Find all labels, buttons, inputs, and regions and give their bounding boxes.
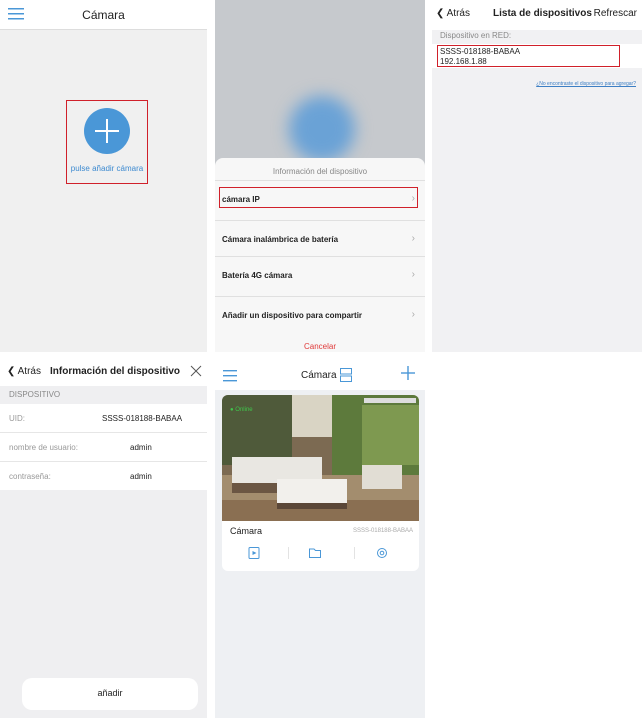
chevron-right-icon: › (411, 269, 415, 280)
option-label: Cámara inalámbrica de batería (222, 235, 339, 244)
page-title: Información del dispositivo (50, 366, 181, 377)
cancel-button[interactable]: Cancelar (215, 342, 425, 351)
field-label: contraseña: (9, 472, 51, 481)
username-row: nombre de usuario: admin (0, 433, 207, 462)
chevron-right-icon: › (411, 233, 415, 244)
camera-preview-image[interactable] (222, 395, 419, 521)
option-4g-camera[interactable]: Batería 4G cámara › (215, 256, 425, 292)
chevron-left-icon: ❮ (436, 8, 445, 19)
settings-gear-icon[interactable] (375, 546, 389, 560)
device-type-screen: Información del dispositivo cámara IP › … (215, 0, 425, 352)
camera-home-screen: Cámara pulse añadir cámara (0, 0, 207, 352)
timestamp-overlay (364, 398, 416, 403)
password-row: contraseña: admin (0, 462, 207, 491)
option-share-device[interactable]: Añadir un dispositivo para compartir › (215, 296, 425, 332)
option-label: Añadir un dispositivo para compartir (222, 311, 363, 320)
top-bar: ❮ Atrás Lista de dispositivos Refrescar (432, 0, 642, 30)
camera-list-screen: Cámara ● Online Cámara SSSS-018188-BABAA (215, 360, 425, 718)
uid-row: UID: SSSS-018188-BABAA (0, 404, 207, 433)
close-icon[interactable] (190, 365, 202, 377)
camera-card[interactable]: ● Online Cámara SSSS-018188-BABAA (222, 395, 419, 571)
top-bar: ❮ Atrás Información del dispositivo (0, 360, 207, 386)
divider (288, 547, 289, 559)
playback-icon[interactable] (247, 546, 261, 560)
add-camera-label[interactable]: pulse añadir cámara (66, 164, 148, 173)
back-label: Atrás (446, 8, 470, 19)
device-info-screen: ❮ Atrás Información del dispositivo DISP… (0, 360, 207, 718)
device-fields: UID: SSSS-018188-BABAA nombre de usuario… (0, 404, 207, 490)
back-button[interactable]: ❮ Atrás (7, 366, 41, 377)
help-link[interactable]: ¿No encontraste el dispositivo para agre… (536, 81, 636, 87)
plus-icon (95, 119, 119, 143)
add-icon[interactable] (401, 366, 415, 380)
highlight-frame (219, 187, 418, 208)
camera-actions (222, 541, 419, 567)
uid-field[interactable]: SSSS-018188-BABAA (102, 414, 182, 423)
sheet-title: Información del dispositivo (272, 167, 368, 176)
option-label: Batería 4G cámara (222, 271, 293, 280)
top-bar: Cámara (215, 360, 425, 390)
field-label: nombre de usuario: (9, 443, 78, 452)
highlight-frame (437, 45, 620, 67)
username-field[interactable]: admin (130, 443, 152, 452)
back-label: Atrás (17, 366, 41, 377)
page-title: Lista de dispositivos (493, 8, 592, 19)
refresh-button[interactable]: Refrescar (594, 8, 637, 19)
password-field[interactable]: admin (130, 472, 152, 481)
section-header: Dispositivo en RED: (440, 31, 512, 40)
option-battery-camera[interactable]: Cámara inalámbrica de batería › (215, 220, 425, 256)
camera-uid: SSSS-018188-BABAA (352, 528, 413, 534)
folder-icon[interactable] (308, 546, 322, 560)
device-list-screen: ❮ Atrás Lista de dispositivos Refrescar … (432, 0, 642, 352)
divider (354, 547, 355, 559)
status-label: Online (235, 407, 253, 413)
add-camera-button[interactable] (84, 108, 130, 154)
layout-toggle-icon[interactable] (340, 368, 352, 382)
page-title: Cámara (82, 8, 125, 22)
field-label: UID: (9, 414, 25, 423)
chevron-left-icon: ❮ (7, 366, 16, 377)
menu-icon[interactable] (223, 370, 237, 382)
page-title: Cámara (301, 370, 337, 381)
blurred-add-button (289, 96, 355, 162)
chevron-right-icon: › (411, 309, 415, 320)
status-badge: ● Online (230, 407, 253, 413)
section-header: DISPOSITIVO (9, 390, 61, 399)
back-button[interactable]: ❮ Atrás (436, 8, 470, 19)
top-bar: Cámara (0, 0, 207, 30)
add-button[interactable]: añadir (22, 678, 198, 710)
camera-name: Cámara (230, 526, 263, 536)
